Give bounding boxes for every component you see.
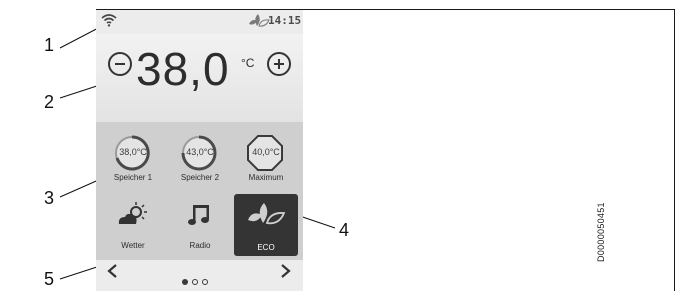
eco-leaves-icon: [248, 203, 286, 225]
tile-speicher-2[interactable]: 43,0°C Speicher 2: [167, 126, 233, 186]
tile-grid: 38,0°C Speicher 1 43,0°C Speicher 2 40,0…: [96, 122, 303, 260]
tile-label: Maximum: [248, 173, 284, 182]
tile-label: ECO: [257, 243, 275, 252]
temperature-value: 38,0: [136, 43, 230, 95]
temperature-unit: °C: [241, 56, 255, 70]
music-note-icon: [188, 205, 209, 225]
decrease-temperature-button[interactable]: [108, 52, 132, 76]
status-time: 14:15: [268, 14, 302, 27]
weather-icon: [118, 202, 147, 224]
device-screen: 14:15 38,0 °C 38,0°C Speicher 1 43,0°C S…: [96, 10, 303, 291]
gauge-value: 38,0°C: [119, 147, 147, 157]
tile-label: Radio: [189, 241, 211, 250]
tile-maximum[interactable]: 40,0°C Maximum: [233, 126, 299, 186]
wifi-icon: [101, 14, 117, 27]
callout-5: 5: [44, 269, 55, 289]
tile-eco[interactable]: ECO: [234, 194, 298, 256]
eco-leaves-icon: [249, 14, 270, 27]
tile-radio[interactable]: Radio: [167, 194, 233, 254]
status-bar: 14:15: [96, 10, 303, 34]
callout-3: 3: [44, 188, 55, 208]
chevron-right-icon[interactable]: [278, 264, 292, 278]
gauge-value: 43,0°C: [186, 147, 214, 157]
callout-4: 4: [339, 220, 350, 240]
page-dot[interactable]: [202, 279, 208, 285]
minus-circle-icon: [115, 63, 125, 65]
tile-label: Wetter: [121, 241, 145, 250]
tile-wetter[interactable]: Wetter: [100, 194, 166, 254]
tile-label: Speicher 1: [113, 173, 153, 182]
tile-label: Speicher 2: [180, 173, 220, 182]
chevron-left-icon[interactable]: [106, 264, 120, 278]
gauge-value: 40,0°C: [252, 147, 280, 157]
figure-code: D0000050451: [596, 202, 606, 262]
page-navigation: [96, 260, 303, 291]
page-indicator: [182, 272, 212, 290]
page-dot-active[interactable]: [182, 279, 188, 285]
increase-temperature-button[interactable]: [267, 52, 291, 76]
tile-speicher-1[interactable]: 38,0°C Speicher 1: [100, 126, 166, 186]
callout-2: 2: [44, 92, 55, 112]
callout-1: 1: [44, 35, 55, 55]
page-dot[interactable]: [192, 279, 198, 285]
